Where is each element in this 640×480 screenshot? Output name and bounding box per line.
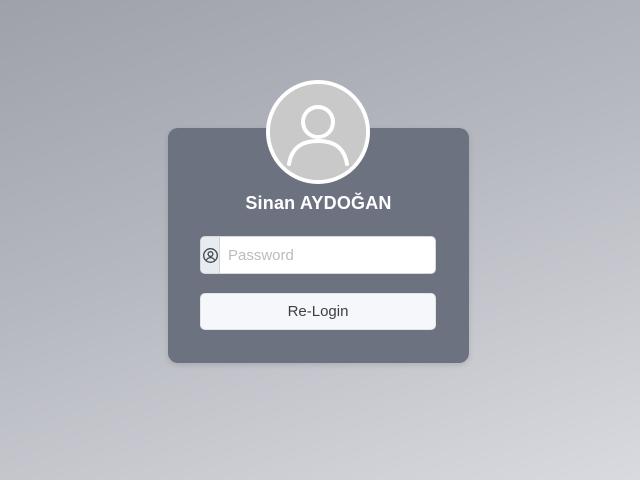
- password-input-group: [200, 236, 436, 274]
- avatar: [266, 80, 370, 184]
- user-name: Sinan AYDOĞAN: [245, 193, 392, 213]
- relogin-button[interactable]: Re-Login: [200, 293, 436, 330]
- password-addon: [201, 237, 220, 273]
- user-circle-icon: [202, 247, 218, 263]
- password-field[interactable]: [220, 237, 435, 273]
- user-avatar-icon: [270, 84, 366, 180]
